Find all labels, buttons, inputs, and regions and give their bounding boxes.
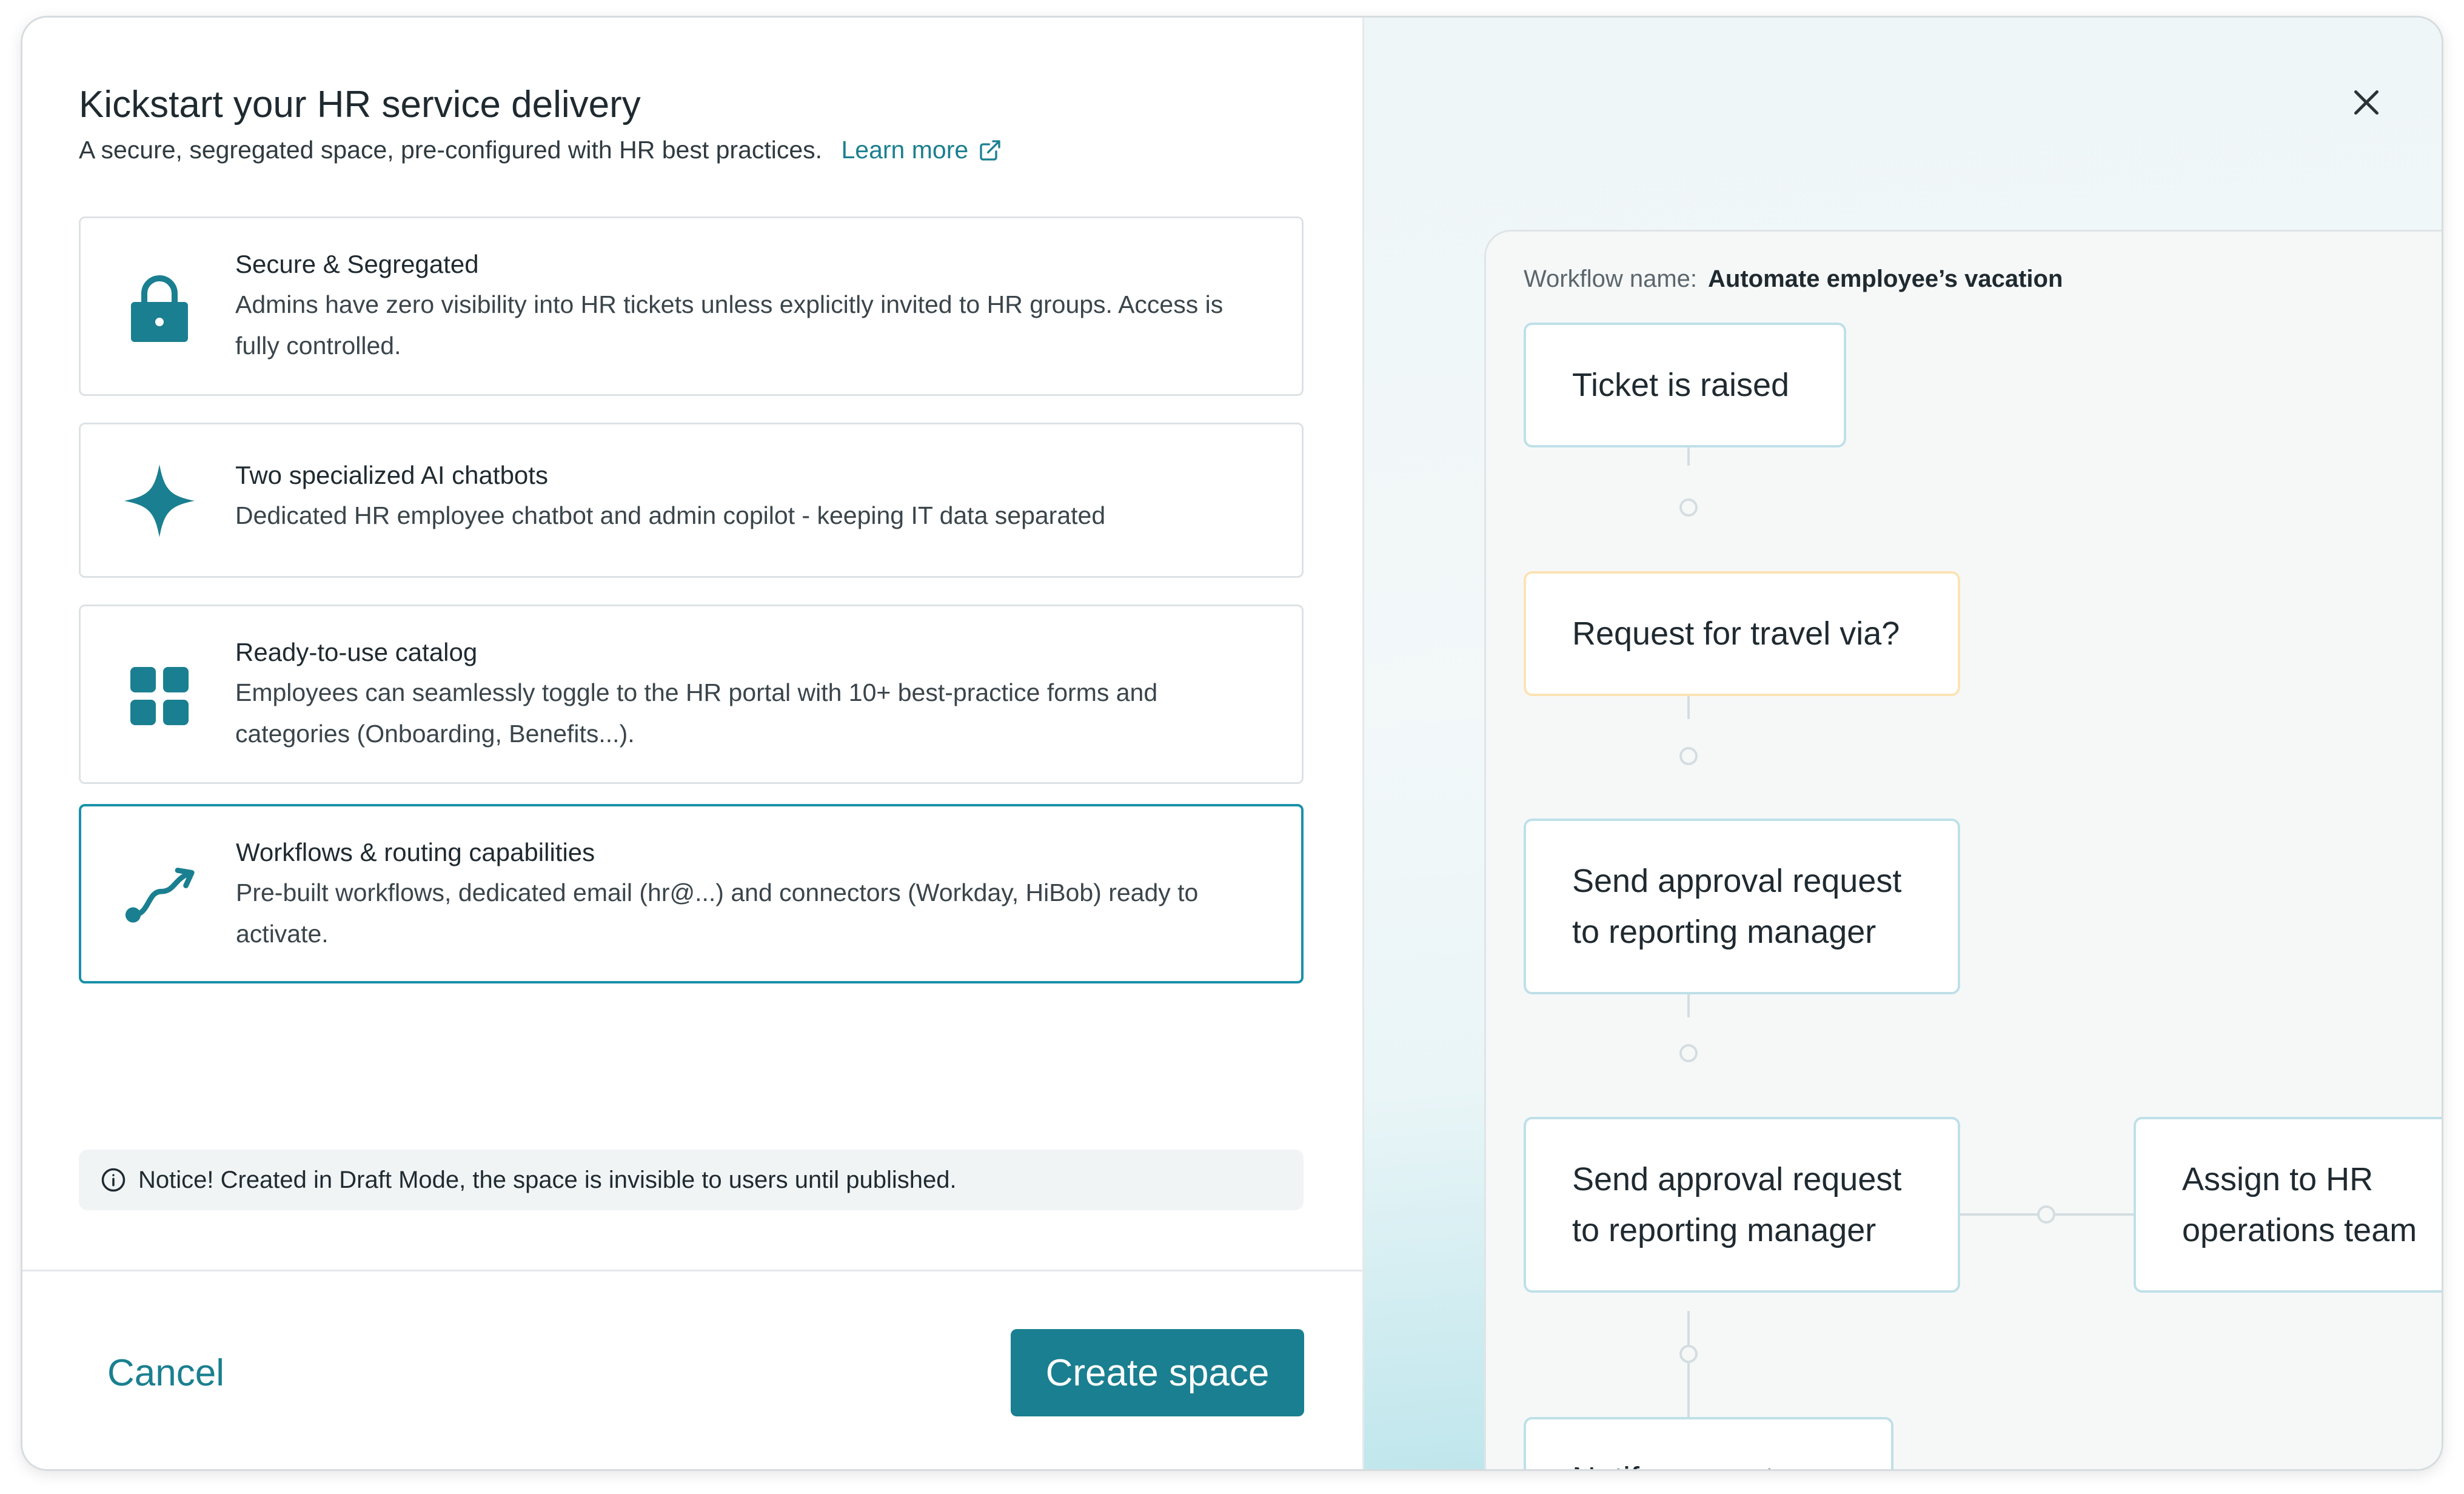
connector-dot bbox=[1679, 498, 1698, 517]
route-icon bbox=[124, 860, 196, 933]
sparkle-icon bbox=[123, 464, 196, 537]
node-label: Send approval request to reporting manag… bbox=[1572, 863, 1902, 950]
grid-icon bbox=[123, 660, 196, 732]
feature-title: Secure & Segregated bbox=[235, 250, 479, 278]
connector-dot bbox=[2037, 1205, 2055, 1224]
workflow-node-assign[interactable]: Assign to HR operations team bbox=[2134, 1117, 2442, 1293]
feature-title: Workflows & routing capabilities bbox=[236, 838, 595, 866]
workflow-node-trigger[interactable]: Ticket is raised bbox=[1524, 323, 1846, 447]
draft-mode-notice: Notice! Created in Draft Mode, the space… bbox=[79, 1150, 1304, 1210]
close-icon[interactable] bbox=[2348, 84, 2385, 121]
connector-line bbox=[1687, 1311, 1690, 1430]
modal-content-pane: Kickstart your HR service delivery A sec… bbox=[22, 18, 1362, 1469]
node-label: Assign to HR operations team bbox=[2182, 1161, 2417, 1248]
lock-icon bbox=[123, 272, 196, 344]
feature-card-secure[interactable]: Secure & Segregated Admins have zero vis… bbox=[79, 216, 1304, 396]
node-label: Ticket is raised bbox=[1572, 367, 1790, 403]
workflow-node-condition[interactable]: Request for travel via? bbox=[1524, 571, 1960, 696]
feature-card-workflows[interactable]: Workflows & routing capabilities Pre-bui… bbox=[79, 804, 1304, 983]
info-icon bbox=[101, 1167, 126, 1193]
connector-dot bbox=[1679, 1345, 1698, 1363]
node-label: Request for travel via? bbox=[1572, 615, 1900, 652]
connector-dot bbox=[1679, 1044, 1698, 1062]
workflow-node-notify[interactable]: Notify requester bbox=[1524, 1417, 1893, 1469]
feature-description: Dedicated HR employee chatbot and admin … bbox=[235, 501, 1106, 529]
feature-title: Two specialized AI chatbots bbox=[235, 461, 548, 489]
modal-subtitle: A secure, segregated space, pre-configur… bbox=[79, 136, 1002, 164]
create-space-modal: Kickstart your HR service delivery A sec… bbox=[21, 16, 2443, 1471]
node-label: Notify requester bbox=[1572, 1453, 1803, 1469]
feature-description: Pre-built workflows, dedicated email (hr… bbox=[236, 879, 1199, 948]
footer-divider bbox=[22, 1270, 1362, 1271]
learn-more-label: Learn more bbox=[841, 136, 969, 164]
feature-description: Admins have zero visibility into HR tick… bbox=[235, 290, 1224, 360]
workflow-canvas: Workflow name: Automate employee’s vacati… bbox=[1484, 230, 2442, 1469]
notice-text: Notice! Created in Draft Mode, the space… bbox=[138, 1166, 957, 1193]
feature-title: Ready-to-use catalog bbox=[235, 638, 478, 666]
modal-title: Kickstart your HR service delivery bbox=[79, 84, 641, 126]
connector-dot bbox=[1679, 747, 1698, 765]
feature-card-chatbots[interactable]: Two specialized AI chatbots Dedicated HR… bbox=[79, 423, 1304, 578]
subtitle-text: A secure, segregated space, pre-configur… bbox=[79, 136, 823, 164]
node-label: Send approval request to reporting manag… bbox=[1572, 1161, 1902, 1248]
workflow-node-approval[interactable]: Send approval request to reporting manag… bbox=[1524, 1117, 1960, 1293]
workflow-name-label: Workflow name: Automate employee’s vacati… bbox=[1524, 266, 2063, 293]
cancel-button[interactable]: Cancel bbox=[107, 1352, 224, 1395]
workflow-name: Automate employee’s vacation bbox=[1708, 266, 2063, 292]
learn-more-link[interactable]: Learn more bbox=[841, 136, 1002, 164]
feature-description: Employees can seamlessly toggle to the H… bbox=[235, 678, 1158, 748]
workflow-label: Workflow name: bbox=[1524, 266, 1698, 292]
external-link-icon bbox=[980, 139, 1000, 161]
workflow-node-approval[interactable]: Send approval request to reporting manag… bbox=[1524, 819, 1960, 994]
create-space-button[interactable]: Create space bbox=[1011, 1329, 1304, 1416]
workflow-preview-pane: Workflow name: Automate employee’s vacati… bbox=[1362, 18, 2442, 1469]
feature-card-catalog[interactable]: Ready-to-use catalog Employees can seaml… bbox=[79, 605, 1304, 784]
